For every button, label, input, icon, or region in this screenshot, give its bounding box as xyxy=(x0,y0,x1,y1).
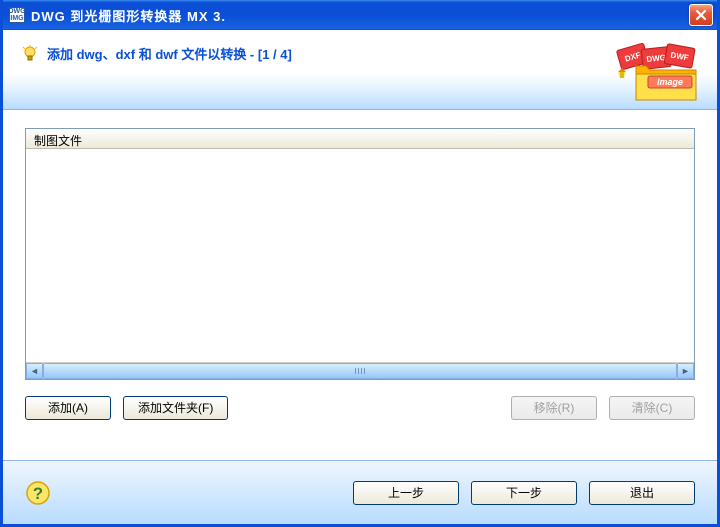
window-title: DWG 到光栅图形转换器 MX 3. xyxy=(31,6,689,25)
prev-button[interactable]: 上一步 xyxy=(353,481,459,505)
column-header[interactable]: 制图文件 xyxy=(26,129,694,149)
app-window: DWG IMG DWG 到光栅图形转换器 MX 3. 添加 dwg、dxf 和 … xyxy=(0,0,720,527)
app-icon: DWG IMG xyxy=(9,7,25,23)
close-icon xyxy=(695,9,707,21)
add-folder-button[interactable]: 添加文件夹(F) xyxy=(123,396,228,420)
horizontal-scrollbar[interactable]: ◄ ► xyxy=(26,362,694,379)
titlebar: DWG IMG DWG 到光栅图形转换器 MX 3. xyxy=(3,0,717,30)
file-list[interactable]: 制图文件 ◄ ► xyxy=(25,128,695,380)
add-button[interactable]: 添加(A) xyxy=(25,396,111,420)
content-area: 制图文件 ◄ ► 添加(A) 添加文件夹(F) 移除(R) 清除(C) xyxy=(3,110,717,442)
step-hint: 添加 dwg、dxf 和 dwf 文件以转换 - [1 / 4] xyxy=(47,44,292,63)
file-buttons-row: 添加(A) 添加文件夹(F) 移除(R) 清除(C) xyxy=(25,396,695,420)
exit-button[interactable]: 退出 xyxy=(589,481,695,505)
folder-illustration-icon: DXF DWG DWF Image xyxy=(612,36,707,106)
help-icon[interactable]: ? xyxy=(25,480,51,506)
scroll-right-arrow-icon[interactable]: ► xyxy=(677,363,694,379)
clear-button: 清除(C) xyxy=(609,396,695,420)
next-button[interactable]: 下一步 xyxy=(471,481,577,505)
close-button[interactable] xyxy=(689,4,713,26)
lightbulb-icon xyxy=(21,45,39,63)
header-band: 添加 dwg、dxf 和 dwf 文件以转换 - [1 / 4] DXF DWG… xyxy=(3,30,717,110)
scroll-left-arrow-icon[interactable]: ◄ xyxy=(26,363,43,379)
hint-row: 添加 dwg、dxf 和 dwf 文件以转换 - [1 / 4] xyxy=(21,44,699,63)
scroll-track[interactable] xyxy=(43,363,677,379)
scroll-thumb[interactable] xyxy=(43,363,677,379)
list-body xyxy=(26,149,694,362)
svg-text:Image: Image xyxy=(657,77,683,87)
footer-bar: ? 上一步 下一步 退出 xyxy=(3,460,717,524)
remove-button: 移除(R) xyxy=(511,396,597,420)
svg-text:?: ? xyxy=(33,484,43,503)
